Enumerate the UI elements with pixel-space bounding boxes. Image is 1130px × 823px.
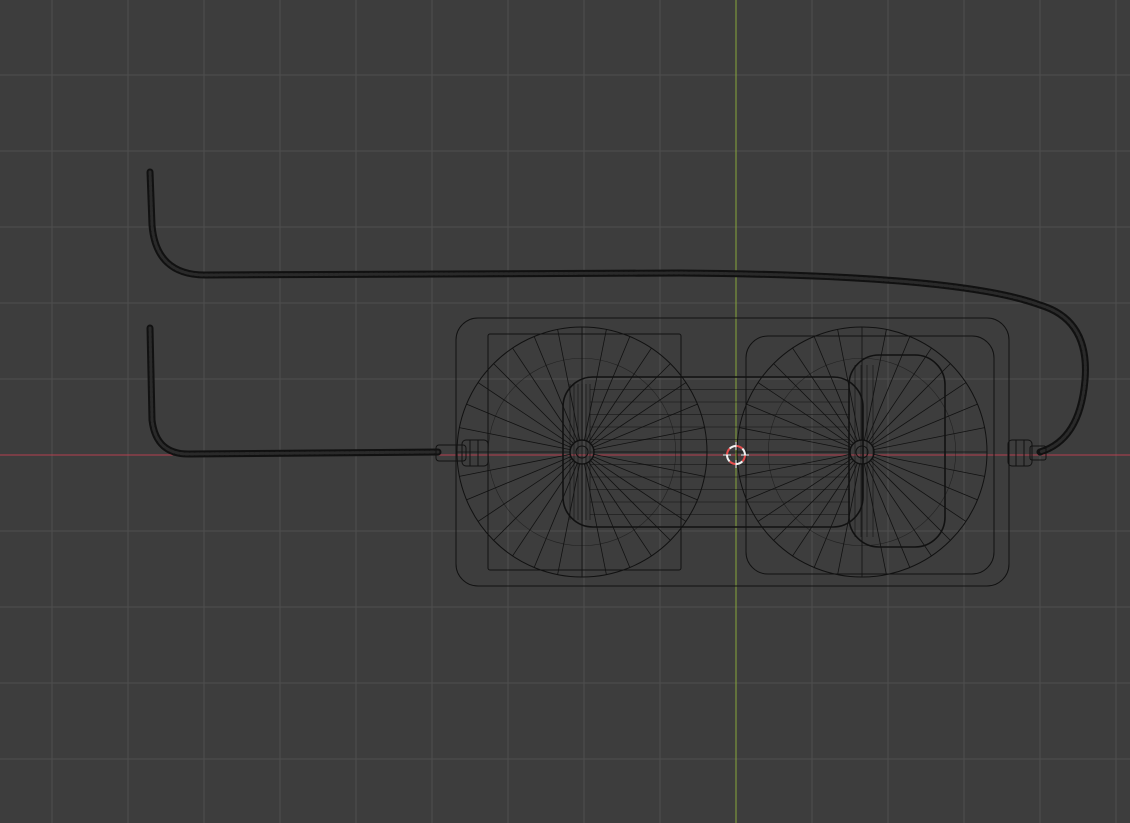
central-capsule[interactable] bbox=[562, 376, 864, 528]
cursor-ring-segment bbox=[726, 454, 731, 463]
disc-spoke bbox=[792, 461, 856, 557]
3d-viewport[interactable] bbox=[0, 0, 1130, 823]
disc-spoke bbox=[583, 463, 607, 575]
disc-spoke bbox=[871, 458, 967, 522]
disc-spoke bbox=[477, 458, 573, 522]
disc-spoke bbox=[593, 453, 705, 477]
disc-spoke bbox=[739, 453, 851, 477]
disc-spoke bbox=[863, 463, 887, 575]
disc-spoke bbox=[792, 347, 856, 443]
disc-spoke bbox=[873, 427, 985, 451]
disc-spoke bbox=[757, 382, 853, 446]
disc-spoke bbox=[739, 427, 851, 451]
disc-spoke bbox=[588, 461, 652, 557]
disc-spoke bbox=[873, 453, 985, 477]
disc-hub-inner bbox=[855, 445, 869, 459]
disc-spoke bbox=[557, 463, 581, 575]
disc-spoke bbox=[868, 461, 932, 557]
disc-spoke bbox=[593, 427, 705, 451]
disc-spoke bbox=[591, 458, 687, 522]
disc-spoke bbox=[477, 382, 573, 446]
disc-spoke bbox=[871, 382, 967, 446]
disc-spoke bbox=[588, 347, 652, 443]
disc-spoke bbox=[459, 453, 571, 477]
cursor-ring-segment bbox=[741, 454, 746, 463]
viewport-canvas[interactable] bbox=[0, 0, 1130, 823]
disc-spoke bbox=[868, 347, 932, 443]
disc-spoke bbox=[757, 458, 853, 522]
left-connector[interactable] bbox=[435, 439, 489, 467]
disc-hub bbox=[849, 439, 875, 465]
cursor-ring-segment bbox=[728, 460, 737, 465]
disc-spoke bbox=[459, 427, 571, 451]
disc-spoke bbox=[557, 329, 581, 441]
disc-spoke bbox=[591, 382, 687, 446]
disc-spoke bbox=[863, 329, 887, 441]
cable-left[interactable] bbox=[146, 324, 442, 458]
cursor-ring-segment bbox=[728, 445, 737, 450]
disc-spoke bbox=[583, 329, 607, 441]
